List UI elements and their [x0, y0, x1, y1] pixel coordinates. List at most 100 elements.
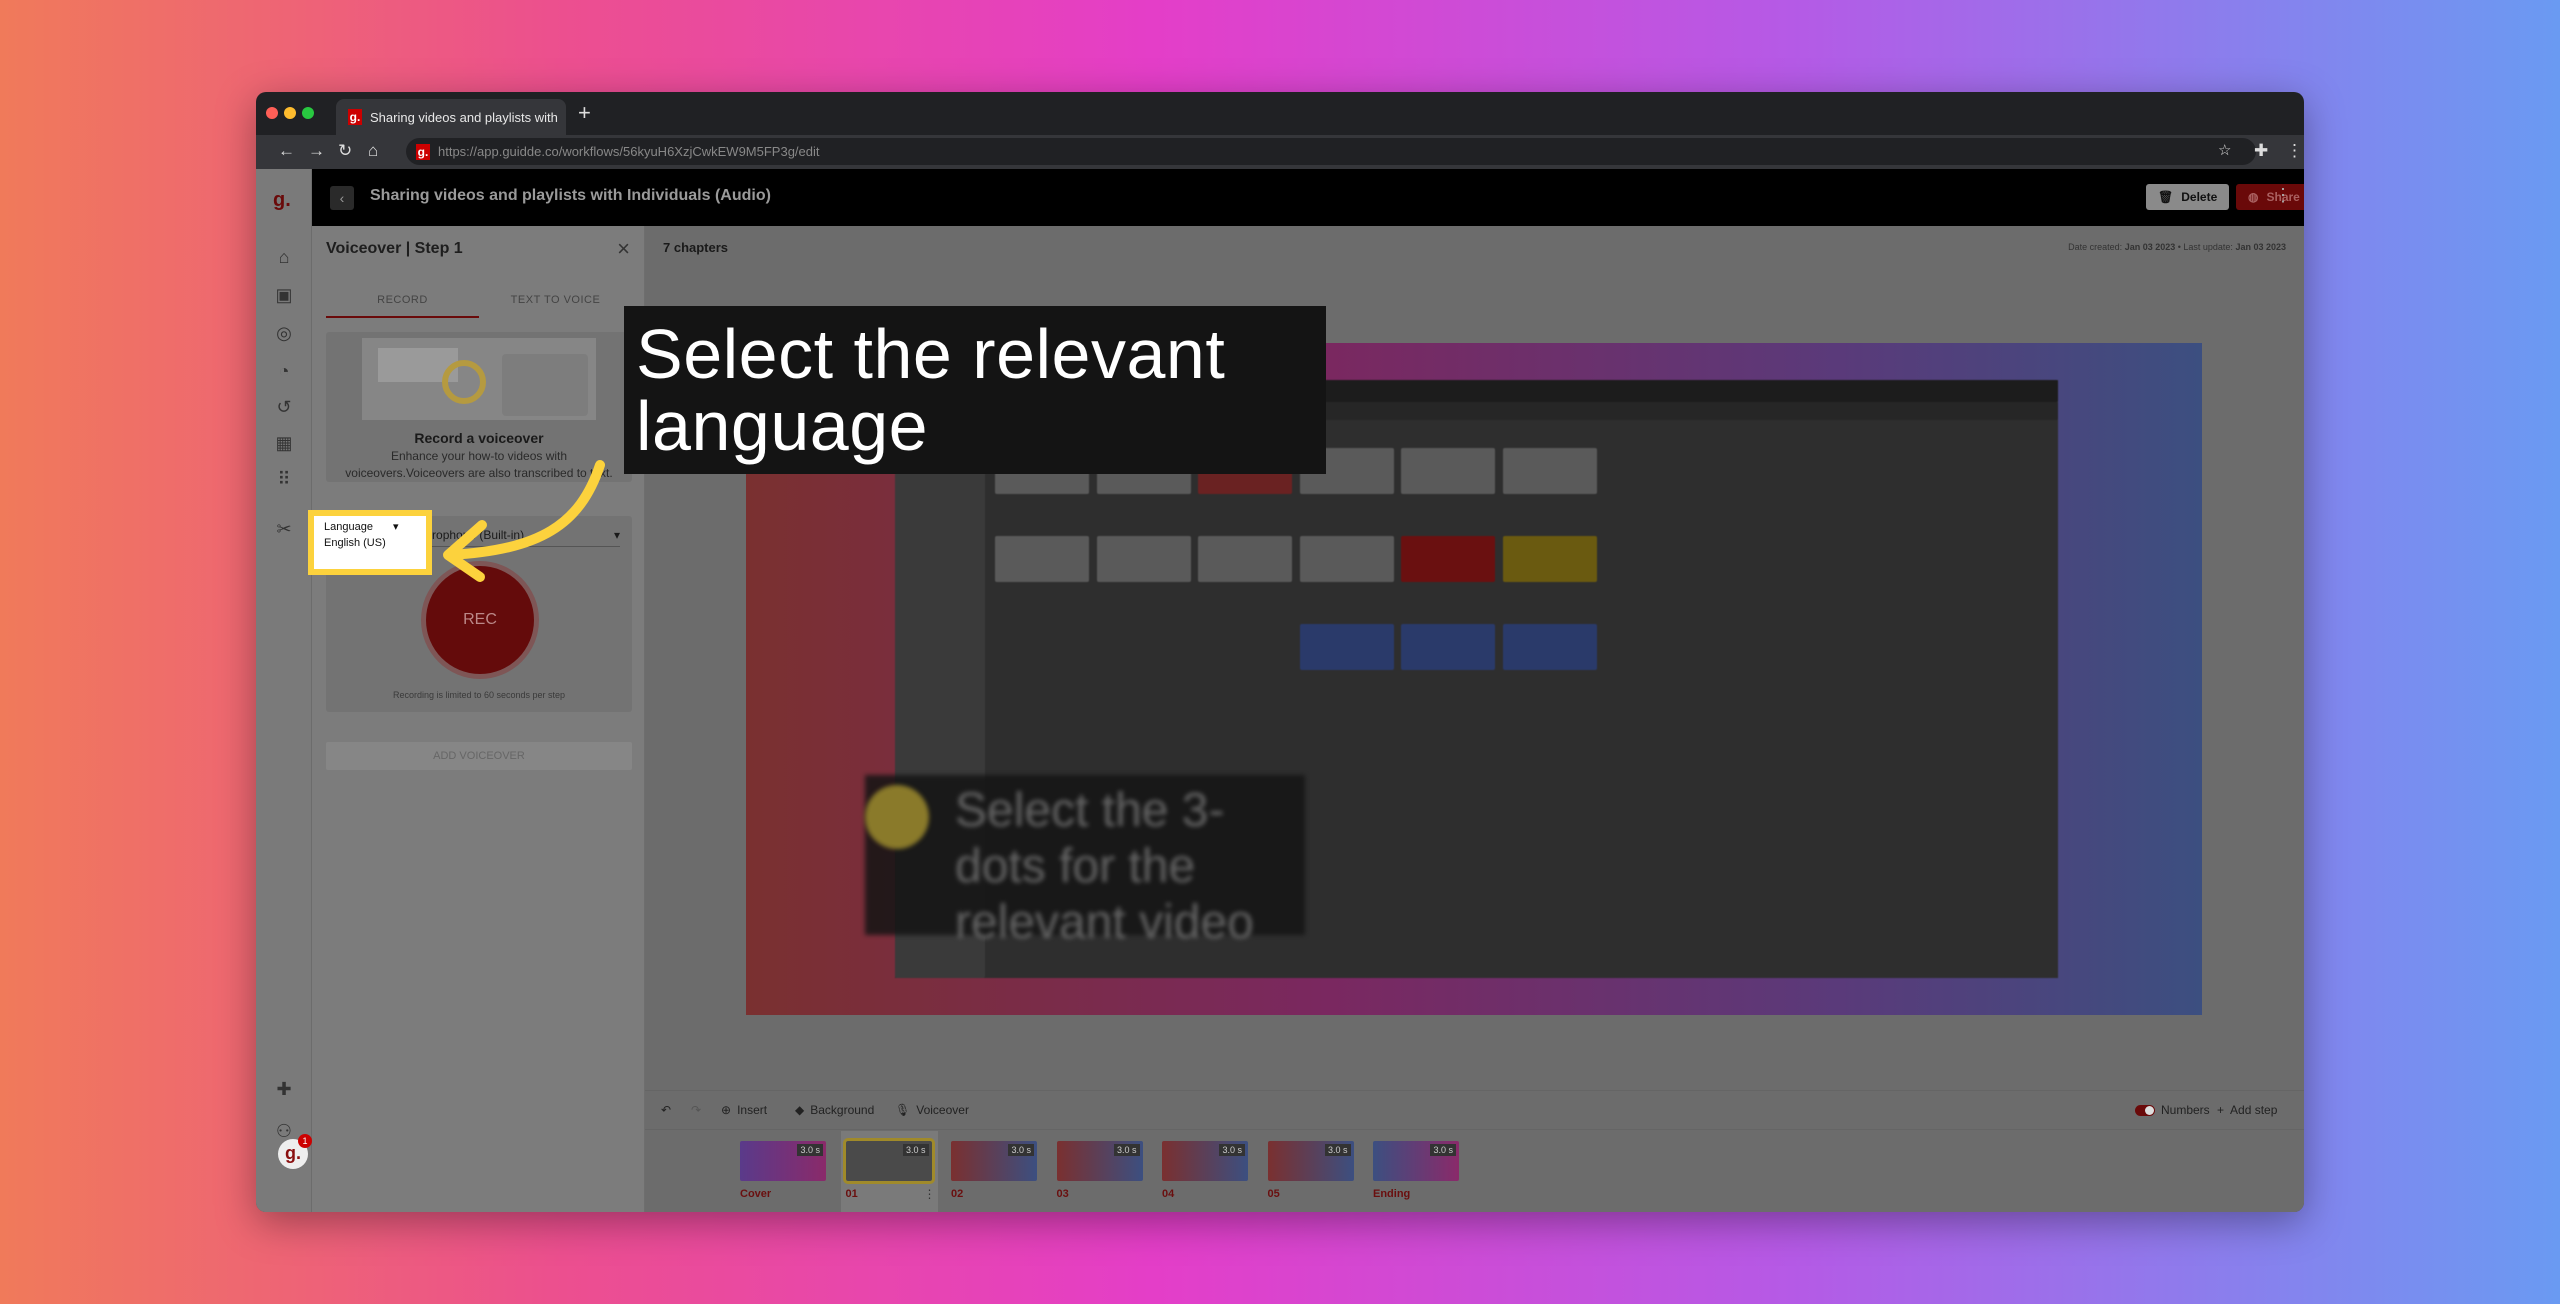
add-step-button[interactable]: + Add step — [2217, 1103, 2277, 1117]
app-header: ‹ Sharing videos and playlists with Indi… — [312, 169, 2304, 226]
plus-icon: + — [2217, 1103, 2225, 1117]
caret-down-icon: ▾ — [392, 521, 399, 533]
preview-video-card — [1502, 448, 1597, 494]
guidde-logo: g. — [273, 189, 291, 211]
insert-button[interactable]: ⊕ Insert — [721, 1103, 767, 1117]
forward-icon[interactable]: → — [308, 141, 325, 161]
favicon-icon: g. — [416, 143, 430, 160]
step-thumbnail[interactable]: 3.0 s — [740, 1141, 826, 1181]
step-thumbnail[interactable]: 3.0 s — [951, 1141, 1037, 1181]
step-label: Ending — [1373, 1188, 1411, 1200]
tools-icon[interactable]: ✂ — [273, 519, 295, 541]
voiceover-panel: Voiceover | Step 1 × RECORD TEXT TO VOIC… — [312, 226, 645, 1212]
preview-video-card — [1299, 624, 1394, 670]
card-title: Record a voiceover — [414, 430, 544, 446]
url-input[interactable]: g. https://app.guidde.co/workflows/56kyuH… — [406, 138, 2256, 165]
step-label: 05 — [1267, 1188, 1280, 1200]
paint-bucket-icon: ◆ — [795, 1103, 805, 1117]
step-duration: 3.0 s — [797, 1144, 823, 1156]
browser-menu-icon[interactable]: ⋮ — [2286, 141, 2303, 161]
preview-video-card — [1299, 536, 1394, 582]
preview-video-card — [1401, 624, 1495, 670]
active-tab-indicator — [326, 316, 479, 318]
reload-icon[interactable]: ↻ — [338, 141, 352, 161]
insights-icon[interactable]: ◔ — [273, 361, 295, 383]
undo-icon[interactable]: ↶ — [661, 1103, 671, 1117]
step-label: 03 — [1056, 1188, 1069, 1200]
step-label: Cover — [740, 1188, 772, 1200]
preview-video-card — [1401, 448, 1495, 494]
bookmark-star-icon[interactable]: ☆ — [2218, 141, 2231, 159]
numbers-label: Numbers — [2161, 1103, 2210, 1117]
preview-video-card — [1502, 624, 1597, 670]
toggle-switch[interactable] — [2135, 1104, 2155, 1116]
chevron-down-icon: ▾ — [613, 528, 620, 542]
apps-icon[interactable]: ⠿ — [273, 469, 295, 491]
tab-record[interactable]: RECORD — [326, 294, 479, 306]
step-thumbnail[interactable]: 3.0 s — [1056, 1141, 1143, 1181]
step-label: 01 — [845, 1188, 858, 1200]
step-thumbnail[interactable]: 3.0 s — [1162, 1141, 1248, 1181]
tab-title: Sharing videos and playlists with — [370, 109, 558, 125]
new-tab-button[interactable]: + — [578, 100, 591, 126]
add-voiceover-button[interactable]: ADD VOICEOVER — [326, 742, 632, 770]
panel-title: Voiceover | Step 1 — [326, 240, 463, 257]
background-button[interactable]: ◆ Background — [795, 1103, 874, 1117]
home-icon[interactable]: ⌂ — [273, 247, 295, 269]
back-icon[interactable]: ← — [278, 141, 295, 161]
favicon-icon: g. — [348, 109, 362, 125]
video-icon[interactable]: ▣ — [273, 285, 295, 307]
sidebar-rail: g. ⌂ ▣ ◎ ◔ ↺ ▦ ⠿ ✂ ✚ ⚇ g. 1 — [256, 169, 312, 1212]
voiceover-label: Voiceover — [916, 1103, 969, 1117]
step-duration: 3.0 s — [1430, 1144, 1456, 1156]
extensions-icon[interactable]: ✚ — [2254, 141, 2268, 161]
close-window-button[interactable] — [266, 107, 278, 119]
step-thumbnail[interactable]: 3.0 s — [1373, 1141, 1459, 1181]
tab-bar: g. Sharing videos and playlists with + — [256, 92, 2304, 135]
step-thumbnail[interactable]: 3.0 s — [1267, 1141, 1354, 1181]
language-select-highlight[interactable]: Language ▾ English (US) — [308, 510, 432, 575]
step-duration: 3.0 s — [1219, 1144, 1245, 1156]
step-duration: 3.0 s — [902, 1144, 929, 1156]
extension-icon[interactable]: ✚ — [273, 1079, 295, 1101]
more-options-icon[interactable]: ⋮ — [2274, 185, 2292, 206]
back-button[interactable]: ‹ — [330, 186, 354, 210]
recording-limit-note: Recording is limited to 60 seconds per s… — [392, 690, 566, 700]
spaces-icon[interactable]: ◎ — [273, 323, 295, 345]
filmstrip: 3.0 s Cover 3.0 s 01 ⋮ 3.0 s 02 3.0 s 03 3.0 s 04 3… — [645, 1131, 2304, 1212]
voiceover-tabs: RECORD TEXT TO VOICE — [326, 282, 632, 318]
step-thumbnail[interactable]: 3.0 s — [842, 1138, 935, 1184]
step-more-icon[interactable]: ⋮ — [924, 1187, 936, 1201]
maximize-window-button[interactable] — [302, 107, 314, 119]
plus-circle-icon: ⊕ — [721, 1103, 732, 1117]
url-text: https://app.guidde.co/workflows/56kyuH6X… — [438, 144, 820, 159]
address-bar-row: ← → ↻ ⌂ g. https://app.guidde.co/workflow… — [256, 135, 2304, 169]
tab-text-to-voice[interactable]: TEXT TO VOICE — [479, 294, 632, 306]
preview-caption: Select the 3-dots for the relevant video — [865, 775, 1305, 949]
background-label: Background — [810, 1103, 875, 1117]
step-label: 04 — [1162, 1188, 1175, 1200]
numbers-toggle[interactable]: Numbers — [2135, 1103, 2210, 1117]
step-duration: 3.0 s — [1324, 1144, 1351, 1156]
preview-video-card — [1198, 536, 1292, 582]
globe-icon: ◍ — [2248, 190, 2259, 204]
pointer-arrow-icon — [443, 460, 605, 582]
microphone-icon: 🎙 — [895, 1103, 911, 1117]
browser-tab[interactable]: g. Sharing videos and playlists with — [336, 99, 566, 135]
delete-label: Delete — [2181, 190, 2218, 204]
preview-video-card — [995, 536, 1089, 582]
voiceover-button[interactable]: 🎙 Voiceover — [895, 1103, 969, 1117]
organization-icon[interactable]: ▦ — [273, 433, 295, 455]
activity-icon[interactable]: ↺ — [273, 397, 295, 419]
minimize-window-button[interactable] — [284, 107, 296, 119]
step-label: 02 — [951, 1188, 964, 1200]
share-button[interactable]: ◍ Share — [2236, 184, 2304, 210]
delete-button[interactable]: 🗑 Delete — [2146, 184, 2230, 210]
add-step-label: Add step — [2230, 1103, 2278, 1117]
preview-video-card — [1502, 536, 1597, 582]
step-duration: 3.0 s — [1113, 1144, 1140, 1156]
home-icon[interactable]: ⌂ — [368, 141, 378, 161]
redo-icon[interactable]: ↷ — [691, 1103, 701, 1117]
notification-badge: 1 — [298, 1134, 312, 1148]
close-icon[interactable]: × — [617, 236, 630, 262]
